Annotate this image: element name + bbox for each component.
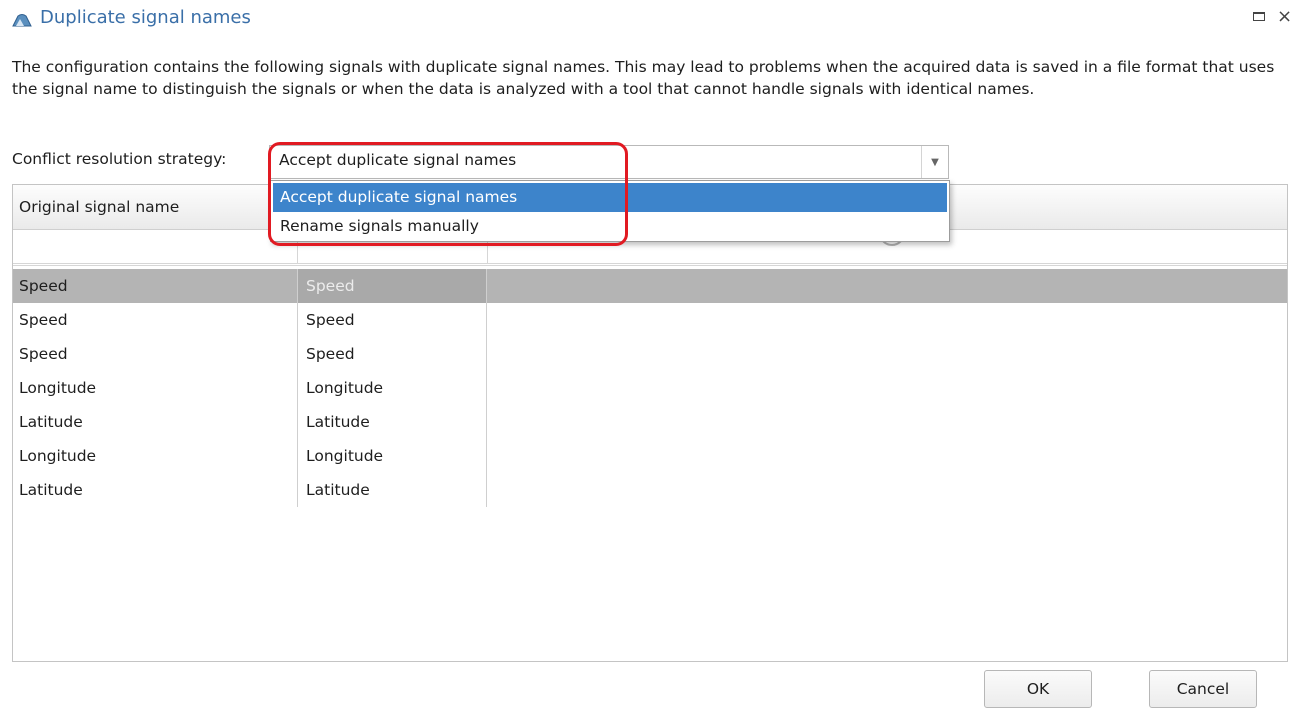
table-row[interactable]: Latitude Latitude <box>13 405 1287 439</box>
table-row[interactable]: Speed Speed <box>13 303 1287 337</box>
cancel-button[interactable]: Cancel <box>1149 670 1257 708</box>
table-row[interactable]: Longitude Longitude <box>13 371 1287 405</box>
new-name-cell[interactable]: Speed <box>297 269 487 303</box>
original-name-cell: Latitude <box>19 413 83 431</box>
new-name-cell[interactable]: Speed <box>297 303 487 337</box>
dropdown-option-rename[interactable]: Rename signals manually <box>271 212 949 241</box>
status-cell <box>487 439 1287 473</box>
original-name-cell: Speed <box>19 345 68 363</box>
close-icon[interactable]: × <box>1277 6 1290 27</box>
status-cell <box>487 337 1287 371</box>
original-name-cell: Longitude <box>19 379 97 397</box>
status-cell <box>487 303 1287 337</box>
status-cell <box>487 269 1287 303</box>
original-name-cell: Longitude <box>19 447 97 465</box>
strategy-selected-value: Accept duplicate signal names <box>279 151 517 169</box>
original-name-cell: Latitude <box>19 481 83 499</box>
grid-rows: Speed Speed Speed Speed Speed Speed Long… <box>13 269 1287 507</box>
strategy-dropdown-list: Accept duplicate signal names Rename sig… <box>270 180 950 242</box>
new-name-cell[interactable]: Speed <box>297 337 487 371</box>
column-header-original[interactable]: Original signal name <box>13 185 297 229</box>
window-title: Duplicate signal names <box>40 7 251 28</box>
table-row[interactable]: Speed Speed <box>13 269 1287 303</box>
app-icon <box>12 14 32 27</box>
new-name-cell[interactable]: Latitude <box>297 405 487 439</box>
new-name-cell[interactable]: Longitude <box>297 439 487 473</box>
table-row[interactable]: Speed Speed <box>13 337 1287 371</box>
title-bar: Duplicate signal names × <box>0 0 1290 44</box>
ok-button[interactable]: OK <box>984 670 1092 708</box>
status-cell <box>487 473 1287 507</box>
strategy-combobox[interactable]: Accept duplicate signal names ▼ <box>269 145 949 179</box>
description-text: The configuration contains the following… <box>12 58 1275 98</box>
dropdown-option-accept[interactable]: Accept duplicate signal names <box>273 183 947 212</box>
table-row[interactable]: Longitude Longitude <box>13 439 1287 473</box>
status-cell <box>487 405 1287 439</box>
original-name-cell: Speed <box>19 311 68 329</box>
dropdown-arrow-icon[interactable]: ▼ <box>921 146 948 178</box>
new-name-cell[interactable]: Longitude <box>297 371 487 405</box>
status-cell <box>487 371 1287 405</box>
original-name-cell: Speed <box>19 277 68 295</box>
new-name-cell[interactable]: Latitude <box>297 473 487 507</box>
maximize-icon[interactable] <box>1253 12 1265 21</box>
signal-grid: Original signal name Speed Speed Speed S… <box>12 184 1288 662</box>
table-row[interactable]: Latitude Latitude <box>13 473 1287 507</box>
strategy-label: Conflict resolution strategy: <box>12 150 227 168</box>
